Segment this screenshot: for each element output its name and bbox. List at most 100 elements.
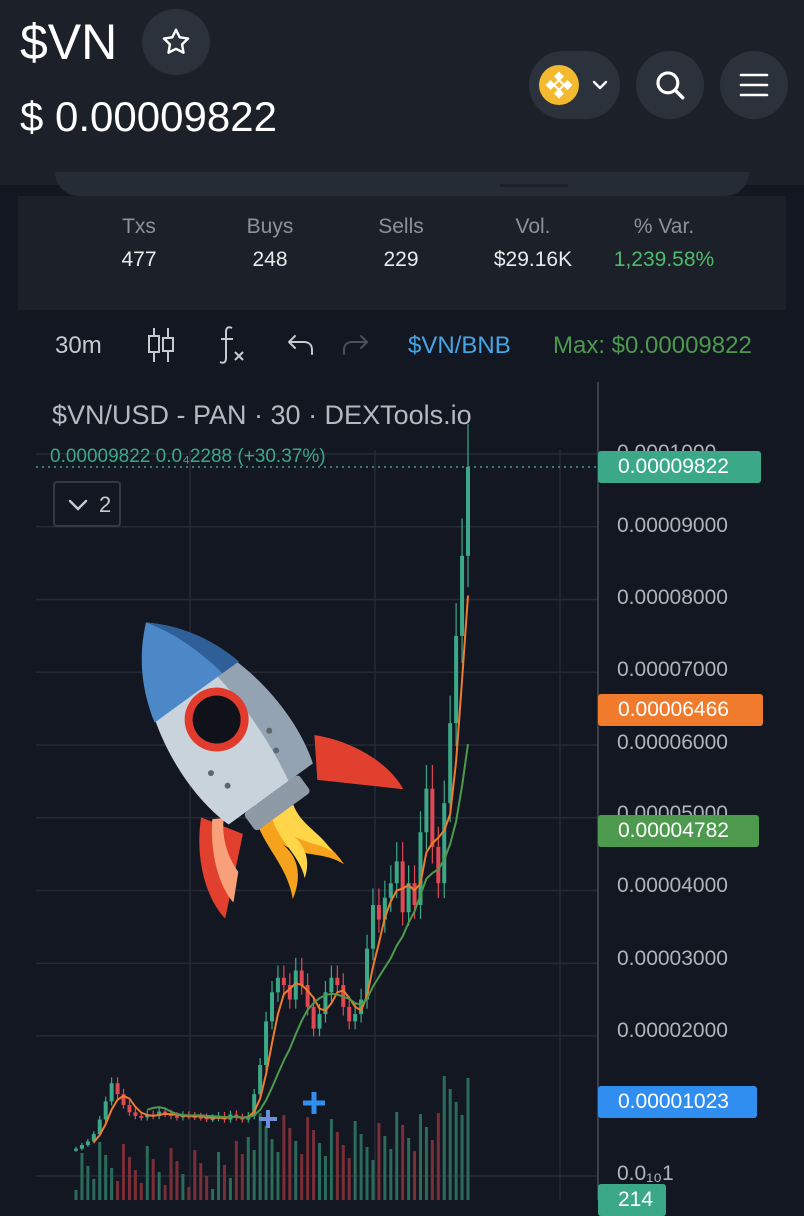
indicators-toggle[interactable]: 2 — [53, 481, 121, 527]
candle-body — [430, 788, 435, 847]
price-tag-marker: 0.00001023 — [598, 1086, 757, 1118]
volume-bar — [187, 1187, 191, 1200]
volume-bar — [116, 1181, 120, 1200]
volume-bar — [407, 1138, 411, 1200]
candle-body — [174, 1115, 179, 1118]
candle-body — [115, 1083, 120, 1095]
volume-bar — [448, 1089, 452, 1200]
volume-bar — [252, 1150, 256, 1200]
volume-bar — [205, 1176, 209, 1200]
volume-bar — [365, 1147, 369, 1200]
volume-bar — [383, 1136, 387, 1200]
volume-bar — [466, 1078, 470, 1200]
indicator-count: 2 — [99, 492, 112, 517]
volume-bar — [347, 1158, 351, 1200]
candle-body — [109, 1083, 114, 1102]
chevron-down-icon — [68, 499, 88, 511]
volume-bar — [306, 1117, 310, 1200]
y-tick: 0.00008000 — [617, 586, 728, 609]
candle-body — [388, 883, 393, 898]
candle-body — [74, 1148, 78, 1151]
price-tag-ma-fast: 0.00006466 — [598, 694, 763, 726]
price-tag-last: 0.00009822 — [598, 451, 761, 483]
volume-bar — [276, 1152, 280, 1200]
volume-bar — [127, 1157, 131, 1200]
volume-bar — [401, 1125, 405, 1200]
candle-body — [299, 970, 304, 986]
volume-bar — [145, 1146, 149, 1200]
trade-marker-icon — [259, 1092, 325, 1128]
volume-bar — [258, 1113, 262, 1200]
candle-body — [264, 1021, 269, 1066]
volume-bar — [169, 1148, 173, 1200]
volume-bar — [98, 1142, 102, 1200]
candle-body — [424, 788, 429, 833]
price-tag-ma-slow: 0.00004782 — [598, 815, 759, 847]
volume-bar — [240, 1154, 244, 1200]
volume-bar — [139, 1183, 143, 1200]
volume-bar — [424, 1127, 428, 1200]
y-tick: 0.00002000 — [617, 1019, 728, 1042]
volume-bar — [395, 1112, 399, 1200]
volume-bar — [193, 1150, 197, 1200]
candle-body — [275, 977, 280, 993]
candle-body — [448, 723, 453, 804]
volume-bar — [92, 1179, 96, 1200]
volume-bar — [133, 1170, 137, 1200]
y-tick: 0.0₁₀1 — [617, 1162, 674, 1185]
candle-body — [133, 1112, 138, 1116]
candle-body — [466, 467, 470, 556]
volume-bar — [329, 1119, 333, 1200]
volume-bar — [217, 1152, 221, 1200]
candle-body — [311, 1006, 316, 1029]
volume-bar — [175, 1161, 179, 1200]
candle-body — [347, 1006, 352, 1022]
chart-legend-title: $VN/USD - PAN · 30 · DEXTools.io — [52, 400, 472, 430]
volume-bar — [389, 1149, 393, 1200]
candle-body — [370, 905, 375, 949]
volume-bar — [300, 1154, 304, 1200]
candle-body — [460, 555, 465, 636]
volume-bar — [74, 1190, 78, 1200]
volume-bar — [211, 1189, 215, 1200]
y-tick: 0.00007000 — [617, 658, 728, 681]
volume-bar — [442, 1076, 446, 1200]
candle-body — [353, 1014, 358, 1022]
y-tick: 0.00009000 — [617, 514, 728, 537]
rocket-icon — [141, 622, 404, 919]
volume-bar — [436, 1113, 440, 1200]
ma-slow-line — [146, 743, 469, 1119]
candle-body — [394, 861, 399, 884]
volume-bar — [318, 1143, 322, 1200]
candle-body — [79, 1145, 84, 1149]
volume-bar — [353, 1121, 357, 1200]
volume-bar — [86, 1166, 90, 1200]
volume-bar — [359, 1134, 363, 1200]
candle-body — [436, 846, 441, 884]
volume-bar — [323, 1156, 327, 1200]
volume-bar — [234, 1141, 238, 1200]
volume-bar — [228, 1178, 232, 1200]
volume-bar — [288, 1128, 292, 1200]
volume-bar — [163, 1185, 167, 1200]
volume-bar — [80, 1153, 84, 1200]
candle-body — [442, 803, 447, 884]
candle-body — [329, 977, 334, 993]
y-tick: 0.00006000 — [617, 731, 728, 754]
candle-body — [317, 1014, 322, 1029]
volume-bar — [264, 1126, 268, 1200]
candle-body — [281, 977, 286, 986]
volume-bar — [413, 1151, 417, 1200]
volume-bar — [341, 1145, 345, 1200]
ohlc-readout: 0.00009822 0.0₄2288 (+30.37%) — [50, 446, 326, 467]
volume-bar — [199, 1163, 203, 1200]
candle-body — [139, 1115, 144, 1118]
volume-bar — [151, 1159, 155, 1200]
volume-bar — [282, 1115, 286, 1200]
volume-bar — [181, 1174, 185, 1200]
volume-bar — [270, 1139, 274, 1200]
volume-bar — [335, 1132, 339, 1200]
candle-body — [270, 992, 274, 1022]
y-tick: 0.00004000 — [617, 874, 728, 897]
volume-bar — [246, 1137, 250, 1200]
